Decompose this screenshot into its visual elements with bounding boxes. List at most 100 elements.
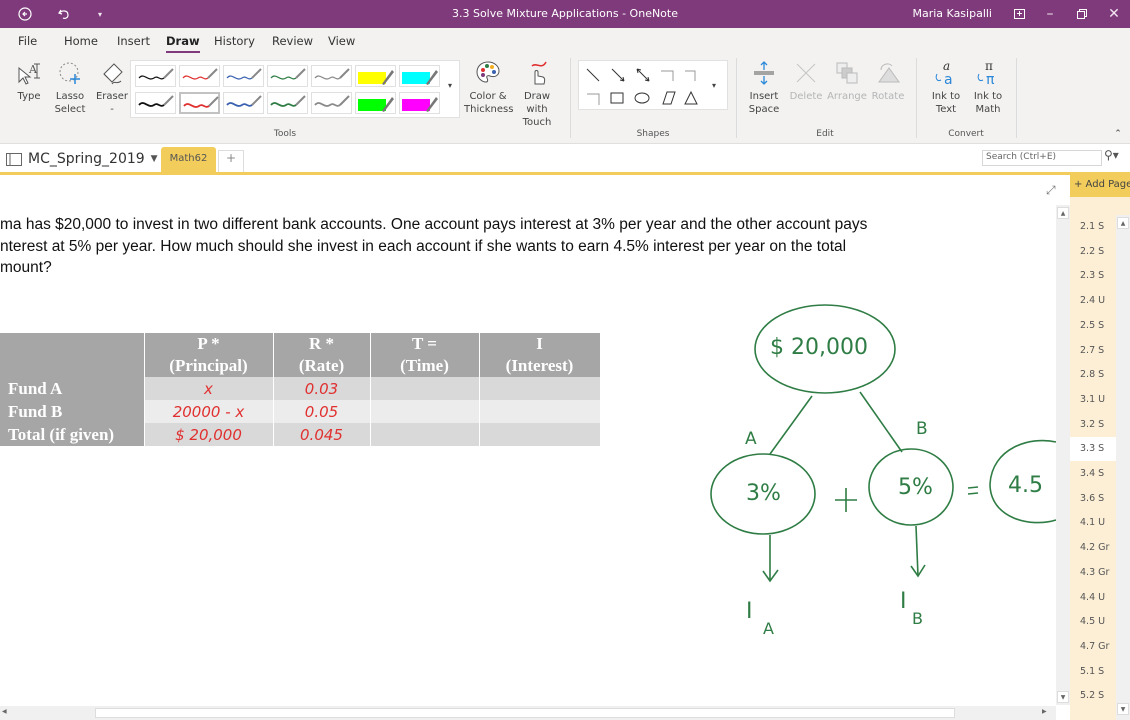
lasso-icon	[59, 62, 80, 84]
lasso-select-button[interactable]: Lasso Select	[52, 60, 88, 116]
divider	[1016, 58, 1017, 138]
page-canvas[interactable]: ⤢ ma has $20,000 to invest in two differ…	[0, 178, 1057, 706]
pen-swatch[interactable]	[267, 65, 308, 87]
page-item[interactable]: 4.2 Gr	[1070, 536, 1116, 560]
pen-swatch[interactable]	[223, 65, 264, 87]
double-arrow-shape-icon	[636, 68, 650, 82]
pen-swatch[interactable]	[311, 65, 352, 87]
type-button[interactable]: A Type	[12, 60, 46, 103]
page-vertical-scrollbar[interactable]: ▲ ▼	[1056, 205, 1070, 705]
page-item[interactable]: 5.2 S	[1070, 684, 1116, 708]
node-a-label: 3%	[746, 481, 781, 506]
tab-draw[interactable]: Draw	[166, 34, 200, 53]
ink-to-text-button[interactable]: aa Ink to Text	[926, 60, 966, 116]
search-input[interactable]: Search (Ctrl+E)	[982, 150, 1102, 166]
shapes-group-label: Shapes	[636, 129, 670, 139]
add-page-button[interactable]: + Add Page	[1070, 175, 1130, 197]
scroll-left-button[interactable]: ◀	[2, 708, 12, 718]
highlighter-swatch[interactable]	[355, 65, 396, 87]
pages-scroll-down[interactable]: ▼	[1117, 703, 1129, 715]
arrange-button[interactable]: Arrange	[826, 60, 868, 103]
page-item[interactable]: 2.4 U	[1070, 289, 1116, 313]
page-horizontal-scrollbar[interactable]: ◀ ▶	[0, 706, 1056, 720]
page-item[interactable]: 3.6 S	[1070, 487, 1116, 511]
pen-swatch[interactable]	[311, 92, 352, 114]
close-button[interactable]: ✕	[1104, 0, 1124, 28]
rotate-button[interactable]: Rotate	[870, 60, 906, 103]
shapes-gallery-more[interactable]: ▾	[708, 79, 720, 92]
page-item[interactable]: 2.2 S	[1070, 240, 1116, 264]
page-item[interactable]: 4.7 Gr	[1070, 635, 1116, 659]
user-name[interactable]: Maria Kasipalli	[913, 7, 993, 20]
eraser-button[interactable]: Eraser -	[94, 60, 130, 116]
divider	[736, 58, 737, 138]
pen-swatch[interactable]	[223, 92, 264, 114]
pen-swatch[interactable]	[135, 65, 176, 87]
page-item[interactable]: 5.1 S	[1070, 660, 1116, 684]
restore-button[interactable]	[1072, 0, 1092, 28]
undo-button[interactable]	[54, 0, 74, 28]
insert-space-button[interactable]: Insert Space	[744, 60, 784, 116]
page-item[interactable]: 2.5 S	[1070, 314, 1116, 338]
page-item[interactable]: 2.3 S	[1070, 264, 1116, 288]
pen-swatch[interactable]	[135, 92, 176, 114]
svg-text:a: a	[944, 72, 953, 86]
page-item[interactable]: 2.8 S	[1070, 363, 1116, 387]
fullscreen-button[interactable]	[1010, 0, 1028, 28]
scroll-up-button[interactable]: ▲	[1057, 207, 1069, 219]
page-item[interactable]: 3.2 S	[1070, 413, 1116, 437]
pen-swatch[interactable]	[267, 92, 308, 114]
pen-icon	[226, 95, 262, 107]
pages-scrollbar[interactable]: ▲ ▼	[1116, 215, 1130, 720]
tab-review[interactable]: Review	[272, 34, 313, 48]
highlighter-swatch[interactable]	[355, 92, 396, 114]
tab-home[interactable]: Home	[64, 34, 98, 48]
delete-button[interactable]: Delete	[788, 60, 824, 103]
interest-a-sub: A	[763, 619, 774, 638]
page-item[interactable]: 2.1 S	[1070, 215, 1116, 239]
notebook-icon	[6, 152, 22, 166]
draw-with-touch-button[interactable]: Draw with Touch	[514, 60, 560, 129]
color-label-2: Thickness	[464, 104, 514, 115]
scroll-down-button[interactable]: ▼	[1057, 691, 1069, 703]
pen-gallery-more[interactable]: ▾	[444, 79, 456, 92]
collapse-ribbon-button[interactable]: ⌃	[1112, 128, 1124, 141]
page-item[interactable]: 4.5 U	[1070, 610, 1116, 634]
page-item[interactable]: 2.7 S	[1070, 339, 1116, 363]
page-item[interactable]: 3.3 S	[1070, 437, 1116, 462]
section-tab-math62[interactable]: Math62	[161, 147, 216, 172]
highlighter-icon	[358, 70, 394, 85]
page-item[interactable]: 4.4 U	[1070, 586, 1116, 610]
highlighter-swatch[interactable]	[399, 65, 440, 87]
page-item[interactable]: 4.3 Gr	[1070, 561, 1116, 585]
quick-access-dropdown[interactable]: ▾	[94, 0, 106, 28]
back-button[interactable]	[14, 0, 36, 28]
eraser-dropdown[interactable]: -	[110, 104, 114, 115]
pages-scroll-up[interactable]: ▲	[1117, 217, 1129, 229]
arrow-shape-icon	[611, 68, 625, 82]
highlighter-swatch[interactable]	[399, 92, 440, 114]
page-item[interactable]: 3.4 S	[1070, 462, 1116, 486]
page-item[interactable]: 4.1 U	[1070, 511, 1116, 535]
rotate-label: Rotate	[871, 91, 905, 102]
search-icon[interactable]: ⚲▾	[1104, 148, 1119, 162]
tab-history[interactable]: History	[214, 34, 255, 48]
tab-insert[interactable]: Insert	[117, 34, 150, 48]
ink-diagram[interactable]: $ 20,000 A B 3% 5% 4.5 I A I B	[0, 178, 1057, 706]
scroll-right-button[interactable]: ▶	[1042, 708, 1052, 718]
pen-swatch[interactable]	[179, 65, 220, 87]
pen-icon	[183, 96, 219, 108]
add-section-button[interactable]: +	[218, 150, 244, 172]
page-item[interactable]: 3.1 U	[1070, 388, 1116, 412]
tab-view[interactable]: View	[328, 34, 355, 48]
pen-icon	[314, 95, 350, 107]
tab-file[interactable]: File	[18, 34, 37, 48]
color-thickness-button[interactable]: Color & Thickness	[464, 60, 514, 116]
chevron-down-icon: ▼	[150, 154, 158, 164]
horizontal-scroll-thumb[interactable]	[95, 708, 955, 718]
notebook-selector[interactable]: MC_Spring_2019 ▼	[6, 151, 158, 167]
pen-swatch[interactable]	[179, 92, 220, 114]
ink-to-math-button[interactable]: ππ Ink to Math	[968, 60, 1008, 116]
minimize-button[interactable]: –	[1040, 0, 1060, 28]
eraser-icon	[103, 63, 123, 85]
